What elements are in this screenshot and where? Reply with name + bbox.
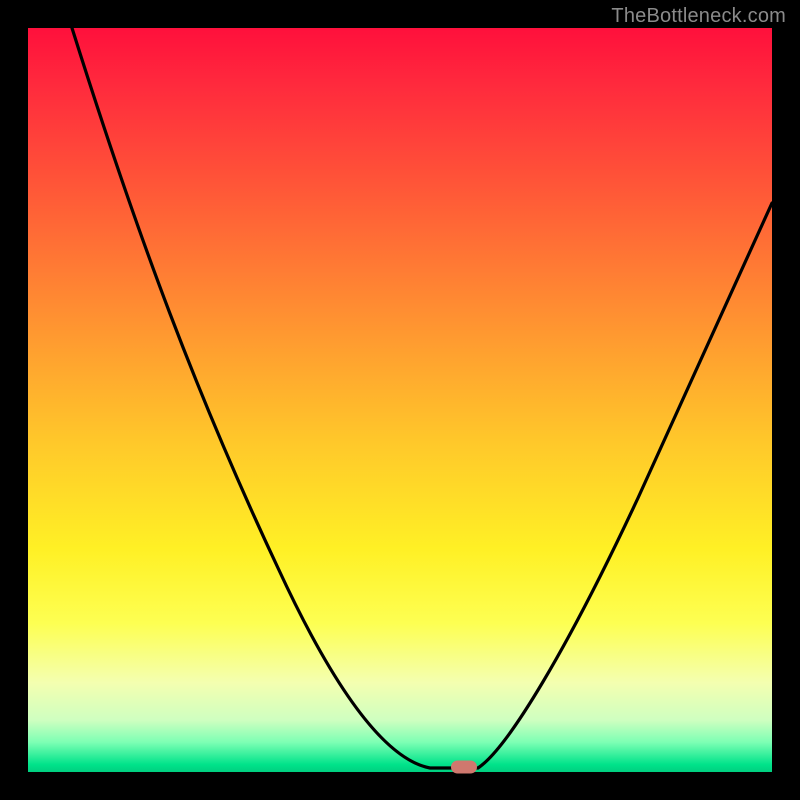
bottleneck-curve	[28, 28, 772, 772]
chart-plot-area	[28, 28, 772, 772]
optimal-point-marker	[451, 761, 477, 774]
attribution-label: TheBottleneck.com	[611, 5, 786, 28]
chart-frame: TheBottleneck.com	[0, 0, 800, 800]
curve-path	[72, 28, 772, 768]
